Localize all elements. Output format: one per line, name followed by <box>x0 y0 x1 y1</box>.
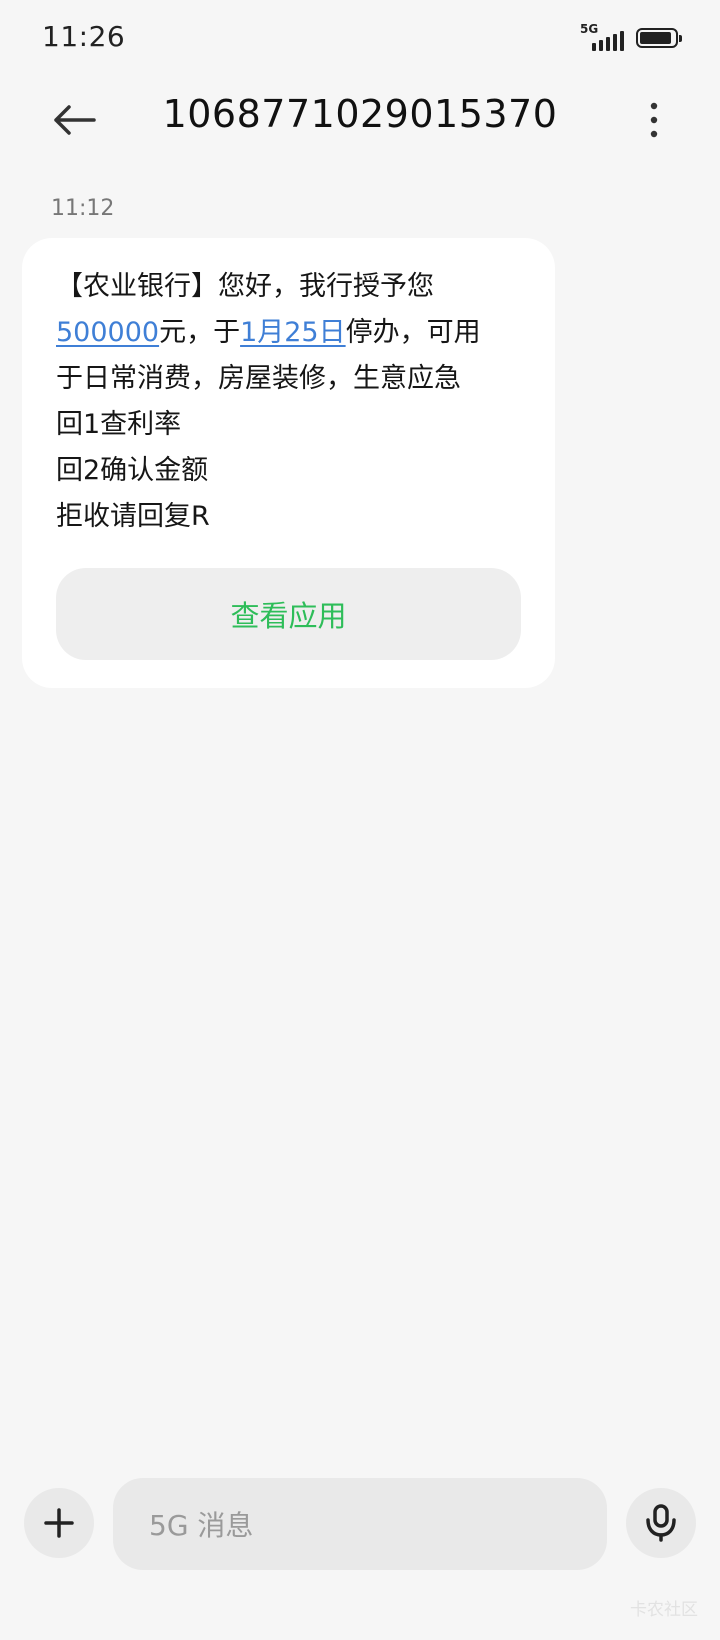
signal-bars-icon <box>592 31 624 51</box>
arrow-left-icon <box>54 105 96 135</box>
status-icons: 5G <box>580 22 682 54</box>
date-link[interactable]: 1月25日 <box>240 317 346 348</box>
message-text-part: 停办，可用 于日常消费，房屋装修，生意应急 回1查利率 回2确认金额 拒收请回复… <box>56 317 481 532</box>
message-timestamp: 11:12 <box>51 196 115 221</box>
more-vertical-icon <box>650 102 658 138</box>
microphone-icon <box>646 1504 676 1542</box>
battery-level <box>640 32 671 44</box>
signal-5g-icon: 5G <box>580 23 626 53</box>
status-bar: 11:26 5G <box>0 0 720 78</box>
add-attachment-button[interactable] <box>24 1488 94 1558</box>
message-text-part: 【农业银行】您好，我行授予您 <box>56 271 434 302</box>
sender-number: 1068771029015370 <box>162 92 558 136</box>
amount-link[interactable]: 500000 <box>56 317 159 348</box>
conversation-header: 1068771029015370 <box>0 78 720 162</box>
plus-icon <box>44 1508 74 1538</box>
watermark: 卡农社区 <box>630 1600 698 1620</box>
voice-input-button[interactable] <box>626 1488 696 1558</box>
message-text: 【农业银行】您好，我行授予您 500000元，于1月25日停办，可用 于日常消费… <box>56 264 521 540</box>
message-bubble: 【农业银行】您好，我行授予您 500000元，于1月25日停办，可用 于日常消费… <box>22 238 555 688</box>
battery-icon <box>636 28 682 48</box>
message-input[interactable]: 5G 消息 <box>113 1478 607 1570</box>
status-time: 11:26 <box>42 20 126 53</box>
more-options-button[interactable] <box>632 98 676 142</box>
view-app-button[interactable]: 查看应用 <box>56 568 521 660</box>
message-text-part: 元，于 <box>159 317 241 348</box>
back-button[interactable] <box>44 94 104 146</box>
